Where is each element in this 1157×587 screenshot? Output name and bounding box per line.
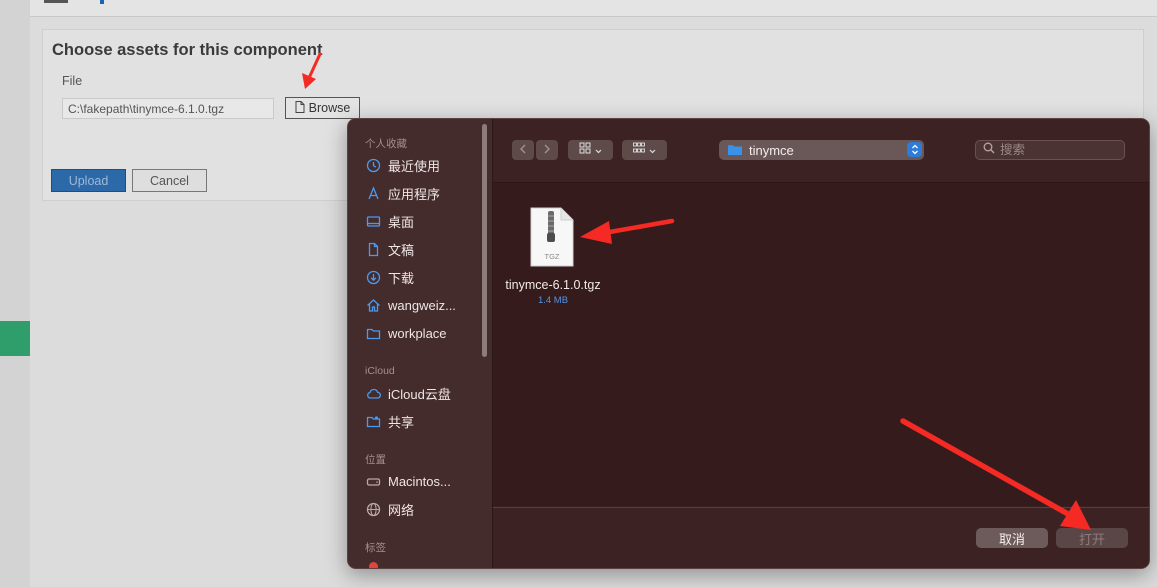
status-strip — [0, 321, 30, 356]
cloud-icon — [366, 386, 381, 401]
file-label: File — [62, 74, 83, 88]
sidebar-item-workplace[interactable]: workplace — [366, 322, 447, 344]
sidebar-item-label: 文稿 — [388, 242, 415, 258]
sidebar-item-shared[interactable]: 共享 — [366, 410, 414, 432]
desktop-icon — [366, 214, 381, 229]
menu-mark — [44, 0, 68, 3]
group-view-button[interactable] — [622, 140, 667, 160]
browse-button[interactable]: Browse — [285, 97, 360, 119]
dialog-open-button[interactable]: 打开 — [1056, 528, 1128, 548]
file-open-dialog: 个人收藏 最近使用 应用程序 桌面 文稿 下载 wangweiz... work… — [347, 118, 1150, 569]
shared-folder-icon — [366, 414, 381, 429]
sidebar-section-tags: 标签 — [365, 542, 386, 554]
file-name: tinymce-6.1.0.tgz — [505, 278, 601, 292]
file-browser-area: TGZ tinymce-6.1.0.tgz 1.4 MB — [493, 183, 1149, 506]
folder-icon — [728, 143, 742, 158]
archive-file-icon: TGZ — [529, 207, 575, 267]
sidebar-item-documents[interactable]: 文稿 — [366, 238, 414, 260]
sidebar-item-icloud-drive[interactable]: iCloud云盘 — [366, 382, 451, 404]
sidebar-item-downloads[interactable]: 下载 — [366, 266, 414, 288]
search-icon — [983, 141, 995, 159]
sidebar-item-label: iCloud云盘 — [388, 386, 451, 402]
chevron-left-icon — [519, 141, 527, 159]
cancel-button[interactable]: Cancel — [132, 169, 207, 192]
file-path-field[interactable]: C:\fakepath\tinymce-6.1.0.tgz — [62, 98, 274, 119]
document-icon — [366, 242, 381, 257]
file-item[interactable]: TGZ tinymce-6.1.0.tgz 1.4 MB — [503, 207, 603, 307]
search-field[interactable] — [975, 140, 1125, 160]
file-icon — [295, 100, 305, 116]
dialog-cancel-button[interactable]: 取消 — [976, 528, 1048, 548]
search-input[interactable] — [1000, 143, 1115, 157]
download-icon — [366, 270, 381, 285]
sidebar-item-label: Macintos... — [388, 473, 451, 489]
sidebar-item-label: wangweiz... — [388, 297, 456, 313]
sidebar-section-icloud: iCloud — [365, 365, 395, 377]
home-icon — [366, 298, 381, 313]
clock-icon — [366, 158, 381, 173]
icon-view-button[interactable] — [568, 140, 613, 160]
sidebar-item-network[interactable]: 网络 — [366, 498, 414, 520]
forward-button[interactable] — [536, 140, 558, 160]
browse-label: Browse — [308, 101, 351, 115]
top-bar — [30, 0, 1157, 17]
chevron-right-icon — [543, 141, 551, 159]
sidebar-item-applications[interactable]: 应用程序 — [366, 182, 440, 204]
sidebar-item-desktop[interactable]: 桌面 — [366, 210, 414, 232]
location-select[interactable]: tinymce — [719, 140, 924, 160]
left-rail — [0, 0, 30, 587]
sidebar-item-label: workplace — [388, 325, 447, 341]
updown-chevron-icon — [907, 142, 922, 157]
sidebar-item-label: 桌面 — [388, 214, 415, 230]
applications-icon — [366, 185, 381, 201]
sidebar-section-favorites: 个人收藏 — [365, 138, 407, 150]
nav-dot — [100, 0, 104, 4]
nav-buttons — [512, 140, 560, 160]
panel-title: Choose assets for this component — [52, 41, 323, 59]
sidebar-item-label: 最近使用 — [388, 158, 441, 174]
sidebar-item-home[interactable]: wangweiz... — [366, 294, 456, 316]
folder-icon — [366, 326, 381, 341]
tag-color-dot[interactable] — [369, 562, 378, 568]
location-label: tinymce — [749, 142, 794, 158]
sidebar-section-locations: 位置 — [365, 454, 386, 466]
upload-button[interactable]: Upload — [51, 169, 126, 192]
sidebar-item-label: 共享 — [388, 414, 415, 430]
globe-icon — [366, 502, 381, 517]
sidebar-scrollbar[interactable] — [482, 124, 487, 357]
dialog-toolbar: tinymce — [493, 119, 1149, 183]
dialog-footer: 取消 打开 — [493, 507, 1149, 568]
file-type-label: TGZ — [545, 252, 560, 261]
sidebar-item-label: 网络 — [388, 502, 415, 518]
group-grid-icon — [633, 141, 645, 159]
disk-icon — [366, 474, 381, 489]
sidebar-item-recents[interactable]: 最近使用 — [366, 154, 440, 176]
sidebar-item-label: 下载 — [388, 270, 415, 286]
finder-sidebar: 个人收藏 最近使用 应用程序 桌面 文稿 下载 wangweiz... work… — [348, 119, 493, 568]
file-size: 1.4 MB — [537, 295, 569, 306]
chevron-down-icon — [595, 141, 602, 159]
sidebar-item-label: 应用程序 — [388, 186, 441, 202]
sidebar-item-macintosh-hd[interactable]: Macintos... — [366, 470, 451, 492]
back-button[interactable] — [512, 140, 534, 160]
grid-icon — [579, 141, 591, 159]
chevron-down-icon — [649, 141, 656, 159]
